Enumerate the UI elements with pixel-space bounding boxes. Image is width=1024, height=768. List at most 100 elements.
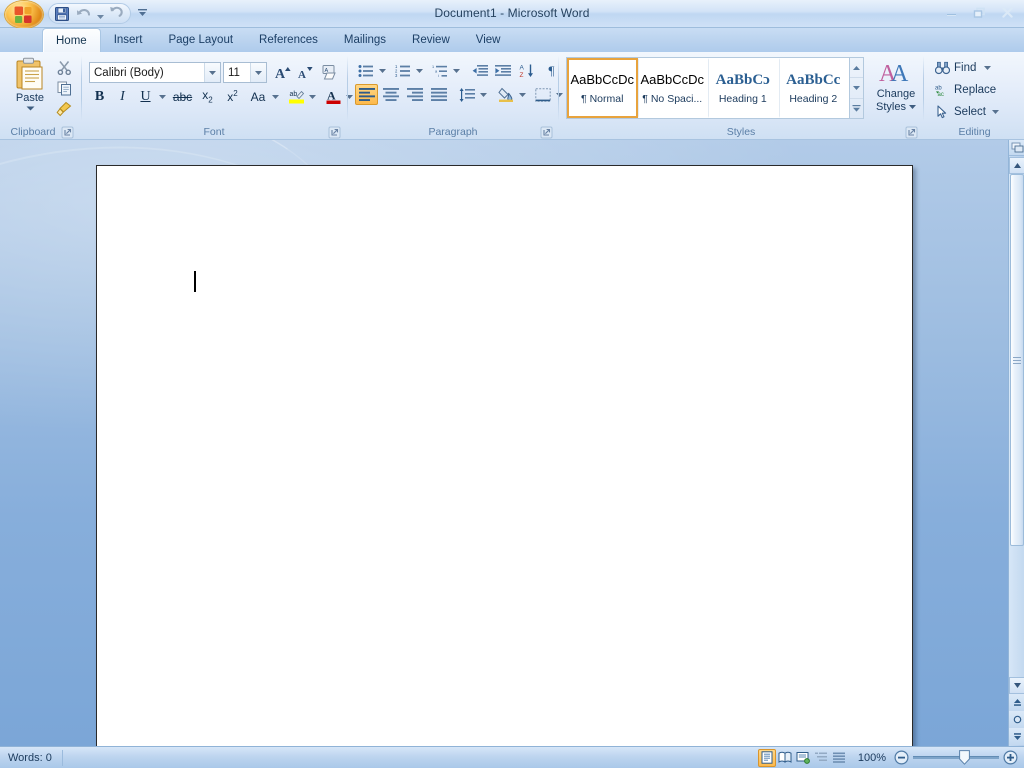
shading-dropdown[interactable] bbox=[517, 84, 528, 105]
dialog-launcher-icon bbox=[328, 126, 341, 139]
sort-button[interactable]: A Z bbox=[516, 60, 538, 81]
font-size-dropdown[interactable] bbox=[250, 63, 266, 82]
paste-button[interactable]: Paste bbox=[8, 56, 52, 122]
tab-view[interactable]: View bbox=[463, 28, 514, 52]
style-item-no-spacing[interactable]: AaBbCcDc ¶ No Spaci... bbox=[637, 58, 709, 118]
align-left-button[interactable] bbox=[355, 84, 378, 105]
find-label: Find bbox=[954, 61, 977, 74]
styles-scroll-down-button[interactable] bbox=[850, 78, 863, 99]
font-color-button[interactable]: A bbox=[322, 86, 344, 107]
borders-button[interactable] bbox=[532, 84, 554, 105]
superscript-glyph: x2 bbox=[227, 89, 238, 104]
previous-page-button[interactable] bbox=[1009, 694, 1024, 711]
scroll-thumb[interactable] bbox=[1010, 174, 1024, 546]
find-button[interactable]: Find bbox=[930, 57, 996, 78]
document-page[interactable] bbox=[96, 165, 913, 746]
vertical-scrollbar[interactable] bbox=[1008, 140, 1024, 746]
tab-home[interactable]: Home bbox=[42, 28, 101, 52]
clipboard-dialog-launcher[interactable] bbox=[61, 126, 74, 139]
multilevel-list-dropdown[interactable] bbox=[451, 60, 462, 81]
view-print-layout[interactable] bbox=[757, 748, 776, 767]
bullets-button[interactable] bbox=[355, 60, 377, 81]
view-web-layout[interactable] bbox=[794, 749, 812, 767]
tab-review[interactable]: Review bbox=[399, 28, 463, 52]
shading-button[interactable] bbox=[495, 84, 517, 105]
numbering-button[interactable]: 1 2 3 bbox=[392, 60, 414, 81]
font-name-dropdown[interactable] bbox=[204, 63, 220, 82]
paragraph-dialog-launcher[interactable] bbox=[540, 126, 553, 139]
bold-button[interactable]: B bbox=[89, 86, 110, 107]
text-highlight-button[interactable]: ab bbox=[285, 86, 307, 107]
clear-formatting-button[interactable]: A bbox=[319, 62, 341, 83]
style-name: Heading 1 bbox=[718, 92, 767, 105]
scroll-up-button[interactable] bbox=[1009, 157, 1024, 174]
subscript-button[interactable]: x2 bbox=[196, 86, 219, 107]
increase-indent-icon bbox=[495, 64, 511, 76]
group-separator-2 bbox=[347, 56, 348, 121]
group-label-styles: Styles bbox=[726, 126, 756, 138]
change-case-button[interactable]: Aa bbox=[246, 86, 270, 107]
replace-button[interactable]: ab ac Replace bbox=[930, 79, 1008, 100]
zoom-level[interactable]: 100% bbox=[858, 752, 886, 764]
select-button[interactable]: Select bbox=[930, 101, 1004, 122]
text-highlight-dropdown[interactable] bbox=[307, 86, 318, 107]
align-right-button[interactable] bbox=[403, 84, 426, 105]
view-full-screen-reading[interactable] bbox=[776, 749, 794, 767]
copy-button[interactable] bbox=[54, 78, 74, 98]
next-page-button[interactable] bbox=[1009, 728, 1024, 745]
change-styles-button[interactable]: A A Change Styles bbox=[872, 56, 920, 122]
style-item-heading-1[interactable]: AaBbCɔ Heading 1 bbox=[708, 58, 779, 118]
cut-button[interactable] bbox=[54, 57, 74, 77]
tab-insert[interactable]: Insert bbox=[101, 28, 156, 52]
font-name-combo[interactable]: Calibri (Body) bbox=[89, 62, 221, 83]
bullets-dropdown[interactable] bbox=[377, 60, 388, 81]
shrink-font-button[interactable]: A bbox=[294, 62, 315, 83]
line-spacing-button[interactable] bbox=[456, 84, 478, 105]
scroll-down-button[interactable] bbox=[1009, 677, 1024, 694]
tab-mailings[interactable]: Mailings bbox=[331, 28, 399, 52]
change-case-dropdown[interactable] bbox=[270, 86, 281, 107]
style-name: ¶ No Spaci... bbox=[642, 92, 703, 105]
zoom-slider[interactable] bbox=[913, 750, 999, 765]
print-layout-icon bbox=[761, 751, 773, 764]
close-button[interactable] bbox=[994, 2, 1021, 22]
minimize-button[interactable] bbox=[938, 2, 965, 22]
font-size-combo[interactable]: 11 bbox=[223, 62, 267, 83]
numbering-dropdown[interactable] bbox=[414, 60, 425, 81]
previous-page-icon bbox=[1013, 699, 1021, 706]
tab-page-layout[interactable]: Page Layout bbox=[155, 28, 246, 52]
zoom-in-button[interactable] bbox=[1003, 750, 1018, 765]
word-count[interactable]: Words: 0 bbox=[0, 749, 63, 766]
format-painter-button[interactable] bbox=[54, 99, 74, 119]
justify-button[interactable] bbox=[427, 84, 450, 105]
align-center-button[interactable] bbox=[379, 84, 402, 105]
underline-button[interactable]: U bbox=[135, 86, 156, 107]
multilevel-list-button[interactable]: 1 a i bbox=[429, 60, 451, 81]
scroll-track[interactable] bbox=[1009, 174, 1024, 677]
grow-font-button[interactable]: A bbox=[272, 62, 293, 83]
font-dialog-launcher[interactable] bbox=[328, 126, 341, 139]
split-window-handle[interactable] bbox=[1009, 140, 1024, 156]
shrink-font-icon: A bbox=[298, 67, 313, 81]
decrease-indent-button[interactable] bbox=[469, 60, 491, 81]
zoom-slider-handle[interactable] bbox=[959, 750, 970, 765]
view-outline[interactable] bbox=[812, 749, 830, 767]
restore-button[interactable] bbox=[966, 2, 993, 22]
style-name: Heading 2 bbox=[789, 92, 838, 105]
select-browse-object-button[interactable] bbox=[1009, 711, 1024, 728]
styles-dialog-launcher[interactable] bbox=[905, 126, 918, 139]
styles-more-button[interactable] bbox=[850, 99, 863, 118]
superscript-button[interactable]: x2 bbox=[221, 86, 244, 107]
italic-button[interactable]: I bbox=[112, 86, 133, 107]
zoom-out-button[interactable] bbox=[894, 750, 909, 765]
sort-icon: A Z bbox=[520, 64, 533, 78]
style-item-heading-2[interactable]: AaBbCc Heading 2 bbox=[778, 58, 850, 118]
strikethrough-button[interactable]: abc bbox=[171, 86, 194, 107]
line-spacing-dropdown[interactable] bbox=[478, 84, 489, 105]
underline-dropdown[interactable] bbox=[156, 86, 169, 107]
increase-indent-button[interactable] bbox=[492, 60, 514, 81]
style-item-normal[interactable]: AaBbCcDc ¶ Normal bbox=[567, 58, 638, 118]
styles-scroll-up-button[interactable] bbox=[850, 58, 863, 79]
tab-references[interactable]: References bbox=[246, 28, 331, 52]
view-draft[interactable] bbox=[830, 749, 848, 767]
